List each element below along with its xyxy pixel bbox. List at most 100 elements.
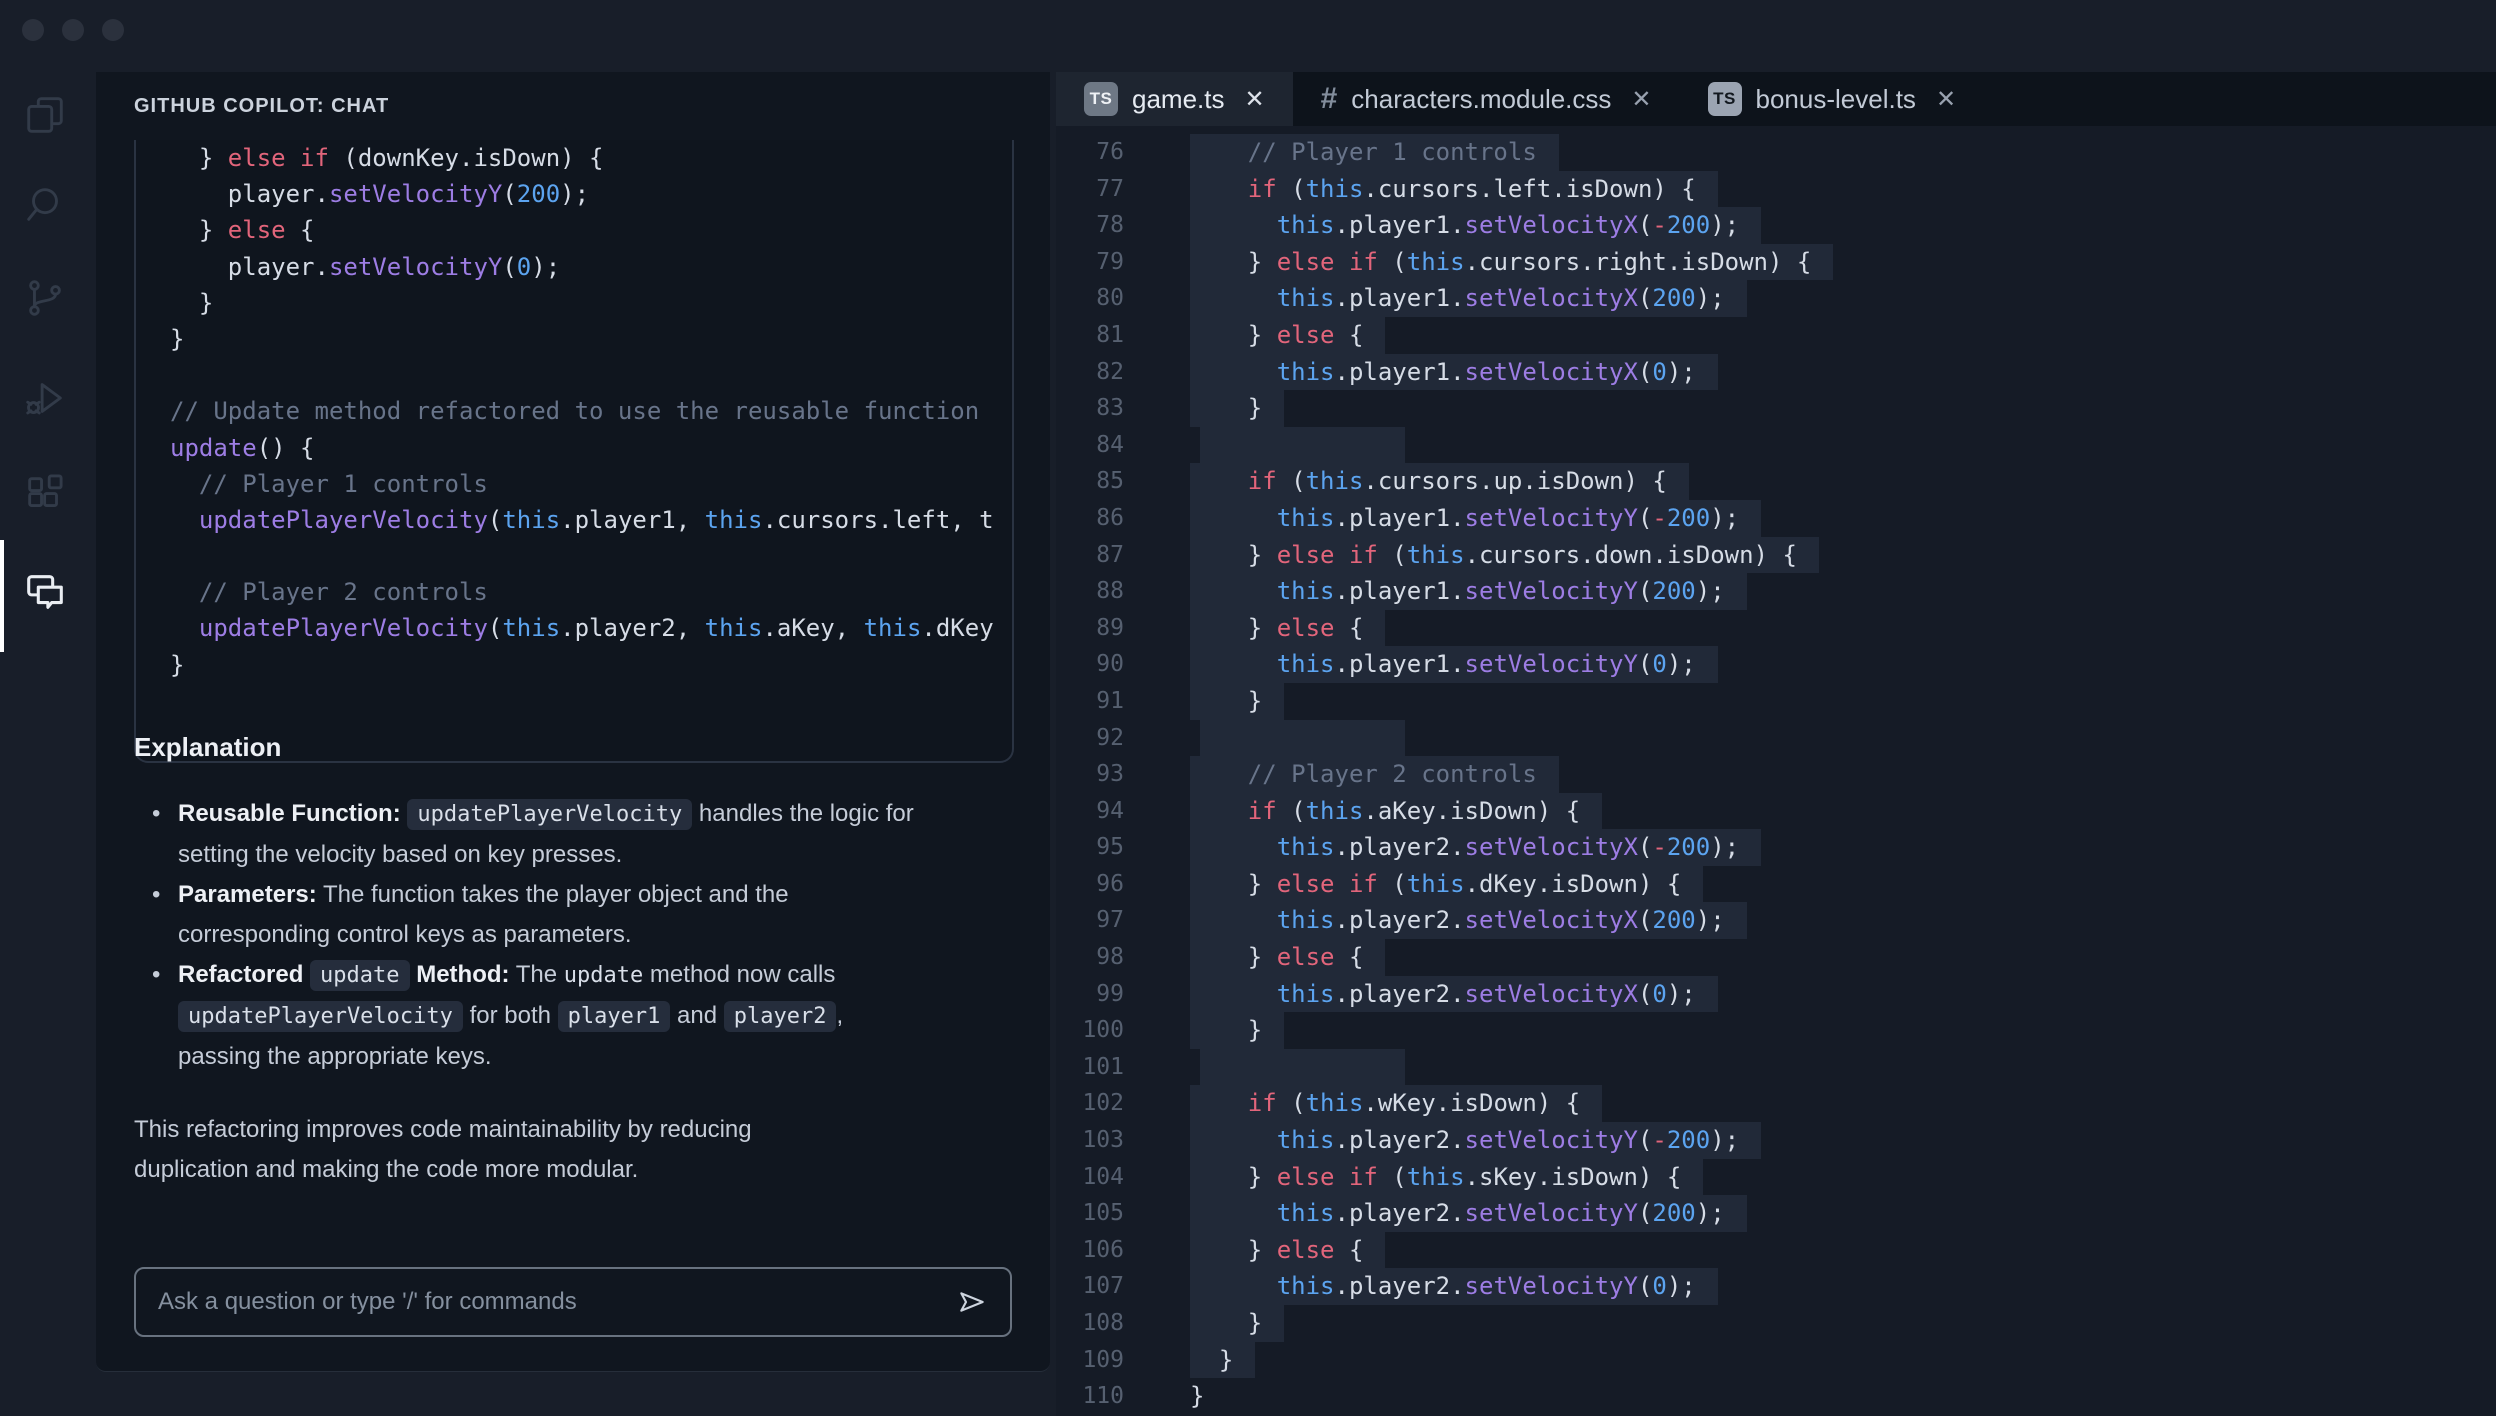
line-content: } bbox=[1190, 1012, 1285, 1049]
code-token: 0 bbox=[1652, 650, 1667, 679]
line-number: 102 bbox=[1082, 1090, 1124, 1117]
code-token: } bbox=[1190, 1162, 1277, 1191]
code-line: 92 bbox=[1056, 719, 2496, 757]
line-content: this.player2.setVelocityX(200); bbox=[1190, 902, 1747, 940]
code-token: this bbox=[704, 505, 763, 534]
code-token: else bbox=[227, 216, 286, 245]
tab-bonus-level.ts[interactable]: TS bonus-level.ts ✕ bbox=[1679, 72, 1985, 126]
code-token: setVelocityX bbox=[1464, 979, 1638, 1008]
line-content: } bbox=[1190, 390, 1285, 427]
code-token: ); bbox=[1666, 357, 1696, 386]
code-token: this bbox=[1406, 1162, 1465, 1191]
line-number: 84 bbox=[1096, 431, 1124, 458]
chat-icon[interactable] bbox=[22, 569, 68, 615]
code-line: 103 this.player2.setVelocityY(-200); bbox=[1056, 1122, 2496, 1159]
inserted-line-highlight: } bbox=[1190, 1341, 1256, 1379]
line-content: this.player1.setVelocityX(0); bbox=[1190, 353, 1718, 391]
chat-code-line bbox=[136, 538, 1012, 574]
code-token: updatePlayerVelocity bbox=[198, 505, 488, 534]
code-line: 84 bbox=[1056, 426, 2496, 464]
code-token: 200 bbox=[1652, 284, 1696, 313]
code-token: ( bbox=[1637, 284, 1653, 313]
inline-code-chip: updatePlayerVelocity bbox=[407, 799, 693, 830]
code-token: ); bbox=[1710, 211, 1740, 240]
active-view-indicator bbox=[0, 540, 4, 652]
tab-close-icon[interactable]: ✕ bbox=[1631, 85, 1651, 114]
inserted-line-highlight: if (this.cursors.up.isDown) { bbox=[1190, 463, 1689, 500]
code-token: 200 bbox=[1652, 1199, 1696, 1228]
tab-characters.module.css[interactable]: # characters.module.css ✕ bbox=[1292, 72, 1680, 126]
search-icon[interactable] bbox=[22, 181, 68, 227]
inserted-line-highlight: } bbox=[1190, 1012, 1285, 1049]
inserted-line-highlight: this.player1.setVelocityX(200); bbox=[1190, 280, 1747, 317]
code-token: ); bbox=[1710, 1126, 1740, 1155]
files-icon[interactable] bbox=[22, 92, 68, 138]
line-number: 92 bbox=[1096, 724, 1124, 751]
line-content: this.player1.setVelocityX(200); bbox=[1190, 280, 1747, 317]
code-token: { bbox=[1334, 943, 1364, 972]
code-line: 95 this.player2.setVelocityX(-200); bbox=[1056, 829, 2496, 866]
line-content: // Player 1 controls bbox=[1190, 134, 1559, 171]
code-line: 81 } else { bbox=[1056, 316, 2496, 354]
chat-code-line: } bbox=[136, 647, 1012, 683]
code-token: 200 bbox=[1666, 211, 1711, 240]
text-segment: Method: bbox=[416, 961, 510, 988]
line-number: 80 bbox=[1096, 285, 1124, 312]
code-token: this bbox=[502, 505, 561, 534]
tab-close-icon[interactable]: ✕ bbox=[1245, 85, 1265, 114]
code-token: else bbox=[227, 144, 286, 172]
explanation-bullet: • Reusable Function: updatePlayerVelocity… bbox=[152, 794, 932, 875]
code-token: .cursors.right.isDown) { bbox=[1464, 247, 1812, 276]
code-token: } bbox=[1190, 613, 1277, 642]
code-token: 200 bbox=[1652, 577, 1696, 606]
line-content: } else if (this.cursors.right.isDown) { bbox=[1190, 243, 1834, 281]
code-token: this bbox=[1305, 796, 1364, 825]
line-number: 89 bbox=[1096, 614, 1124, 641]
code-token: - bbox=[1652, 503, 1667, 532]
code-token: else bbox=[1276, 1235, 1335, 1264]
send-icon[interactable] bbox=[956, 1286, 988, 1318]
code-token: 0 bbox=[1652, 979, 1667, 1008]
code-line: 107 this.player2.setVelocityY(0); bbox=[1056, 1268, 2496, 1305]
code-token: // Player 1 controls bbox=[1190, 138, 1537, 166]
code-line: 104 } else if (this.sKey.isDown) { bbox=[1056, 1158, 2496, 1196]
code-token: else bbox=[1276, 613, 1335, 642]
line-number: 88 bbox=[1096, 578, 1124, 605]
line-content: if (this.wKey.isDown) { bbox=[1190, 1085, 1603, 1123]
inserted-line-highlight: // Player 2 controls bbox=[1190, 756, 1559, 793]
inline-code-chip: update bbox=[310, 960, 410, 991]
code-token: this bbox=[1406, 247, 1465, 276]
editor-code[interactable]: 76 // Player 1 controls 77 if (this.curso… bbox=[1056, 126, 2496, 1416]
code-line: 101 bbox=[1056, 1048, 2496, 1086]
line-number: 109 bbox=[1082, 1346, 1124, 1373]
line-content: } bbox=[1190, 1378, 1204, 1415]
line-content bbox=[1190, 426, 1405, 464]
run-debug-icon[interactable] bbox=[22, 375, 68, 421]
chat-input[interactable]: Ask a question or type '/' for commands bbox=[134, 1267, 1012, 1337]
extensions-icon[interactable] bbox=[22, 471, 68, 517]
code-line: 106 } else { bbox=[1056, 1231, 2496, 1269]
code-token: // Player 2 controls bbox=[170, 578, 488, 607]
source-control-icon[interactable] bbox=[22, 275, 68, 321]
code-token: .cursors.up.isDown) { bbox=[1363, 467, 1667, 496]
code-token: this bbox=[1276, 284, 1335, 313]
text-segment: update bbox=[563, 963, 644, 988]
window-zoom-button[interactable] bbox=[102, 19, 124, 41]
tab-game.ts[interactable]: TS game.ts ✕ bbox=[1056, 72, 1293, 126]
chat-code-line: update() { bbox=[136, 430, 1012, 466]
tab-close-icon[interactable]: ✕ bbox=[1936, 85, 1956, 114]
code-token: if bbox=[1348, 1162, 1378, 1191]
line-content: this.player1.setVelocityY(0); bbox=[1190, 646, 1718, 683]
code-token: ( bbox=[1377, 540, 1407, 569]
ts-badge-light: TS bbox=[1707, 82, 1742, 116]
code-token: } bbox=[1190, 943, 1277, 972]
code-token: ); bbox=[1695, 906, 1725, 935]
line-number: 95 bbox=[1096, 834, 1124, 861]
code-line: 88 this.player1.setVelocityY(200); bbox=[1056, 573, 2496, 610]
bullet-glyph: • bbox=[152, 800, 161, 827]
